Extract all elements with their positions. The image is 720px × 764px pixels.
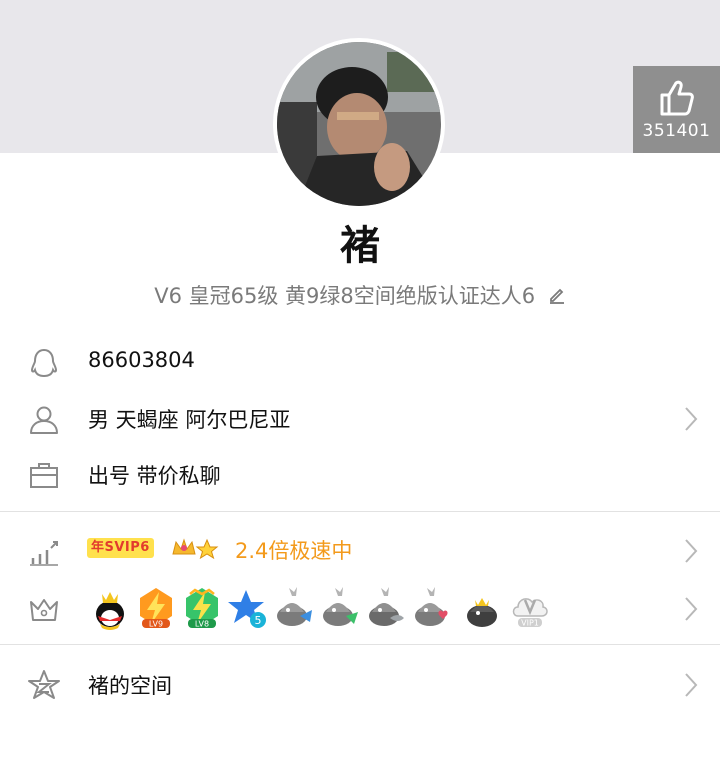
star-5-icon: 5 bbox=[228, 590, 266, 628]
chevron-right-icon bbox=[685, 407, 698, 431]
basic-info-text: 男 天蝎座 阿尔巴尼亚 bbox=[88, 408, 291, 432]
like-button[interactable]: 351401 bbox=[633, 66, 720, 153]
signature-row: 出号 带价私聊 bbox=[0, 446, 720, 502]
briefcase-icon bbox=[30, 463, 58, 488]
lightning-lv8-icon: LV8 bbox=[186, 588, 218, 629]
growth-chart-icon bbox=[30, 541, 58, 566]
crown-outline-icon bbox=[30, 599, 58, 621]
crown-star-icon bbox=[172, 538, 219, 560]
penguin-helmet-green-icon bbox=[323, 587, 358, 626]
divider bbox=[0, 511, 720, 512]
qq-number-row: 86603804 bbox=[0, 334, 720, 390]
lightning-lv9-icon: LV9 bbox=[140, 588, 172, 629]
badge-label: LV8 bbox=[195, 620, 209, 629]
nickname: 褚 bbox=[340, 223, 380, 269]
chevron-right-icon bbox=[685, 539, 698, 563]
chevron-right-icon bbox=[685, 673, 698, 697]
badge-label: LV9 bbox=[149, 620, 163, 629]
level-summary[interactable]: V6 皇冠65级 黄9绿8空间绝版认证达人6 bbox=[0, 280, 720, 310]
qzone-row[interactable]: 褚的空间 bbox=[0, 656, 720, 712]
person-icon bbox=[30, 406, 58, 434]
like-count: 351401 bbox=[642, 121, 711, 141]
penguin-helmet-fish-icon bbox=[369, 587, 404, 626]
signature-text: 出号 带价私聊 bbox=[88, 464, 221, 488]
qq-penguin-crown-icon bbox=[96, 592, 124, 630]
qzone-link-text: 褚的空间 bbox=[88, 674, 172, 698]
avatar[interactable] bbox=[273, 38, 445, 210]
edit-pencil-icon[interactable] bbox=[548, 285, 566, 309]
basic-info-row[interactable]: 男 天蝎座 阿尔巴尼亚 bbox=[0, 390, 720, 446]
level-summary-text: V6 皇冠65级 黄9绿8空间绝版认证达人6 bbox=[154, 284, 536, 308]
divider bbox=[0, 644, 720, 645]
chevron-right-icon bbox=[685, 597, 698, 621]
badge-label: 5 bbox=[255, 614, 262, 627]
thumbs-up-icon bbox=[660, 80, 694, 116]
speed-status: 2.4倍极速中 bbox=[235, 539, 353, 563]
penguin-helmet-heart-icon bbox=[415, 587, 448, 626]
qzone-star-icon bbox=[28, 670, 60, 699]
penguin-crown-dark-icon bbox=[467, 598, 497, 627]
vip-status-row[interactable]: 年SVIP6 2.4倍极速中 bbox=[0, 522, 720, 578]
svip-badge: 年SVIP6 bbox=[87, 538, 154, 558]
vip1-cloud-icon: VIP1 bbox=[512, 598, 548, 628]
qq-number: 86603804 bbox=[88, 348, 195, 372]
qq-penguin-outline-icon bbox=[30, 348, 58, 378]
badge-label: VIP1 bbox=[521, 619, 539, 628]
privilege-badges-row[interactable]: LV9 LV8 5 VIP1 bbox=[0, 580, 720, 636]
penguin-helmet-blue-icon bbox=[277, 587, 312, 626]
